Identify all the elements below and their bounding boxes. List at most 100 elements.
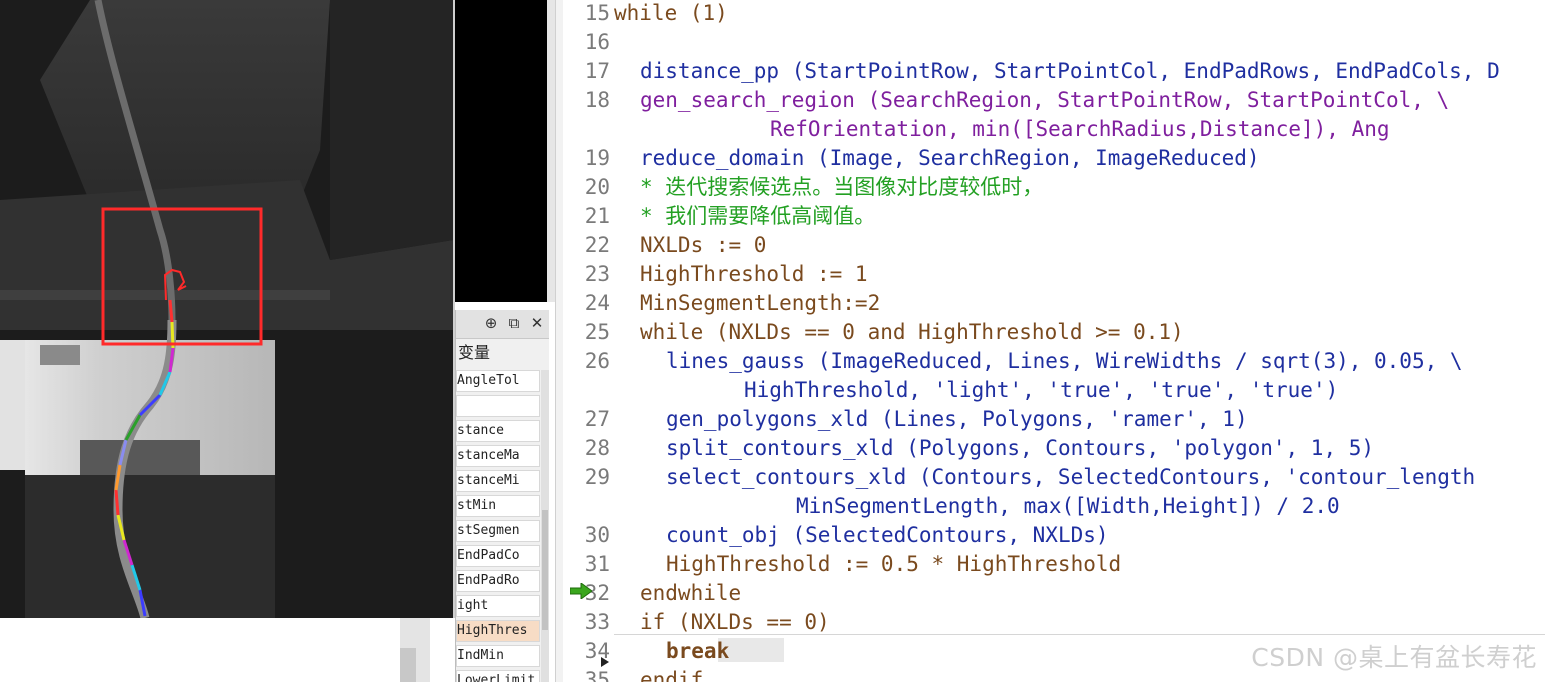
code-token: MinSegmentLength, max([Width,Height]) / …: [796, 494, 1340, 518]
code-text: HighThreshold, 'light', 'true', 'true', …: [744, 376, 1338, 405]
code-token: if (NXLDs == 0): [640, 610, 830, 634]
variable-list: AngleTol stance stanceMa stanceMi stMin stSeg…: [456, 370, 540, 682]
line-number: 17: [584, 59, 610, 83]
program-editor[interactable]: 15 while (1) 16 17 distance_pp (StartPointRo…: [563, 0, 1545, 682]
code-line[interactable]: MinSegmentLength, max([Width,Height]) / …: [563, 492, 1545, 521]
lower-substrate: [25, 475, 275, 618]
code-line[interactable]: 22 NXLDs := 0: [563, 231, 1545, 260]
vertical-scrollbar[interactable]: [547, 0, 555, 302]
code-token: HighThreshold := 1: [640, 262, 868, 286]
variable-row[interactable]: stSegmen: [456, 520, 540, 542]
code-token: (SearchRegion, StartPointRow, StartPoint…: [854, 88, 1450, 112]
code-token: gen_polygons_xld: [666, 407, 869, 431]
code-token: gen_search_region: [640, 88, 855, 112]
pin-icon[interactable]: ⊕: [482, 313, 500, 333]
close-icon[interactable]: ✕: [528, 313, 546, 333]
code-token: lines_gauss: [666, 349, 806, 373]
code-token: (Polygons, Contours, 'polygon', 1, 5): [893, 436, 1375, 460]
variable-scroll-thumb[interactable]: [542, 510, 548, 630]
code-token: endif: [640, 668, 704, 682]
code-text: endif: [640, 666, 703, 682]
line-number: 26: [584, 349, 610, 373]
image-canvas[interactable]: [0, 0, 453, 618]
code-line[interactable]: 18 gen_search_region (SearchRegion, Start…: [563, 86, 1545, 115]
code-text: split_contours_xld (Polygons, Contours, …: [666, 434, 1374, 463]
code-line[interactable]: 19 reduce_domain (Image, SearchRegion, Im…: [563, 144, 1545, 173]
editor-splitter[interactable]: [555, 0, 563, 682]
variable-row[interactable]: EndPadCo: [456, 545, 540, 567]
code-text: while (NXLDs == 0 and HighThreshold >= 0…: [640, 318, 1184, 347]
line-number: 24: [584, 291, 610, 315]
line-number: 28: [584, 436, 610, 460]
variable-row[interactable]: AngleTol: [456, 370, 540, 392]
dark-corner: [330, 0, 453, 260]
break-keyword: break: [666, 639, 730, 663]
graphics-window-black: [455, 0, 547, 302]
code-line[interactable]: 21 * 我们需要降低高阈值。: [563, 202, 1545, 231]
variable-row[interactable]: stMin: [456, 495, 540, 517]
code-line[interactable]: 26 lines_gauss (ImageReduced, Lines, Wire…: [563, 347, 1545, 376]
code-line[interactable]: 33 if (NXLDs == 0): [563, 608, 1545, 637]
code-comment: * 我们需要降低高阈值。: [640, 204, 876, 228]
code-text: select_contours_xld (Contours, SelectedC…: [666, 463, 1475, 492]
code-token: HighThreshold := 0.5 * HighThreshold: [666, 552, 1122, 576]
line-number: 21: [584, 204, 610, 228]
code-line[interactable]: 16: [563, 28, 1545, 57]
scroll-thumb[interactable]: [400, 648, 416, 682]
code-line[interactable]: 15 while (1): [563, 0, 1545, 28]
line-number: 16: [584, 30, 610, 54]
code-line[interactable]: 27 gen_polygons_xld (Lines, Polygons, 'ra…: [563, 405, 1545, 434]
code-text: gen_search_region (SearchRegion, StartPo…: [640, 86, 1449, 115]
variable-row[interactable]: stanceMa: [456, 445, 540, 467]
code-text: NXLDs := 0: [640, 231, 766, 260]
variable-row[interactable]: EndPadRo: [456, 570, 540, 592]
code-line[interactable]: 20 * 迭代搜索候选点。当图像对比度较低时，: [563, 173, 1545, 202]
code-token: reduce_domain: [640, 146, 805, 170]
code-text: * 我们需要降低高阈值。: [640, 202, 875, 231]
code-line[interactable]: 17 distance_pp (StartPointRow, StartPoint…: [563, 57, 1545, 86]
code-text: HighThreshold := 1: [640, 260, 868, 289]
code-line[interactable]: 32 endwhile: [563, 579, 1545, 608]
image-viewer[interactable]: [0, 0, 455, 618]
code-line[interactable]: RefOrientation, min([SearchRadius,Distan…: [563, 115, 1545, 144]
code-text: MinSegmentLength, max([Width,Height]) / …: [796, 492, 1340, 521]
code-line[interactable]: 29 select_contours_xld (Contours, Selecte…: [563, 463, 1545, 492]
float-window-icon[interactable]: ⧉: [505, 313, 523, 333]
code-text: distance_pp (StartPointRow, StartPointCo…: [640, 57, 1500, 86]
line-number: 31: [584, 552, 610, 576]
code-text: MinSegmentLength:=2: [640, 289, 880, 318]
variable-row[interactable]: LowerLimit: [456, 670, 540, 682]
code-text: * 迭代搜索候选点。当图像对比度较低时，: [640, 173, 1043, 202]
code-token: (1): [677, 1, 728, 25]
code-comment: * 迭代搜索候选点。当图像对比度较低时，: [640, 175, 1044, 199]
code-line[interactable]: HighThreshold, 'light', 'true', 'true', …: [563, 376, 1545, 405]
code-token: endwhile: [640, 581, 742, 605]
code-line[interactable]: 24 MinSegmentLength:=2: [563, 289, 1545, 318]
code-token: while: [614, 1, 678, 25]
variable-row[interactable]: stance: [456, 420, 540, 442]
panel-titlebar: ⊕ ⧉ ✕: [456, 310, 549, 339]
line-number: 29: [584, 465, 610, 489]
code-line[interactable]: 30 count_obj (SelectedContours, NXLDs): [563, 521, 1545, 550]
variable-row[interactable]: IndMin: [456, 645, 540, 667]
line-number: 23: [584, 262, 610, 286]
variable-row[interactable]: stanceMi: [456, 470, 540, 492]
code-token: select_contours_xld: [666, 465, 907, 489]
code-line[interactable]: 23 HighThreshold := 1: [563, 260, 1545, 289]
code-text: gen_polygons_xld (Lines, Polygons, 'rame…: [666, 405, 1248, 434]
variable-row[interactable]: HighThres: [456, 620, 540, 642]
code-line[interactable]: 25 while (NXLDs == 0 and HighThreshold >=…: [563, 318, 1545, 347]
line-number: 18: [584, 88, 610, 112]
code-line[interactable]: 28 split_contours_xld (Polygons, Contours…: [563, 434, 1545, 463]
code-text: while (1): [614, 0, 728, 28]
code-line[interactable]: 31 HighThreshold := 0.5 * HighThreshold: [563, 550, 1545, 579]
panel-scrollbar[interactable]: [400, 618, 430, 682]
variable-scrollbar[interactable]: [541, 370, 549, 682]
variable-row[interactable]: [456, 395, 540, 417]
code-text: RefOrientation, min([SearchRadius,Distan…: [770, 115, 1390, 144]
line-number: 19: [584, 146, 610, 170]
code-token: distance_pp: [640, 59, 780, 83]
variable-row[interactable]: ight: [456, 595, 540, 617]
contour-segment: [114, 489, 120, 516]
code-token: (Lines, Polygons, 'ramer', 1): [868, 407, 1248, 431]
